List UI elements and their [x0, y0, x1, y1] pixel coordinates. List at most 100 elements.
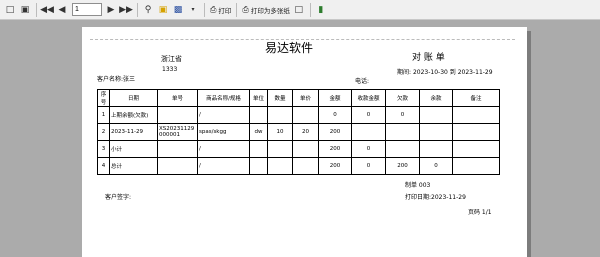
next-page-icon[interactable]: ▶ [104, 2, 118, 18]
table-cell [157, 157, 198, 175]
print-multi-page-label: 打印为多张纸 [250, 6, 290, 15]
stop-icon[interactable]: □ [292, 2, 306, 18]
table-cell: / [197, 140, 250, 158]
table-cell: 总计 [109, 157, 158, 175]
table-cell: 200 [385, 157, 420, 175]
table-cell [452, 123, 500, 141]
table-row: 3 小计 / 200 0 [97, 140, 500, 158]
table-cell: / [197, 157, 250, 175]
table-cell [157, 140, 198, 158]
col-header: 序号 [97, 89, 110, 107]
table-cell: XS20231129000001 [157, 123, 198, 141]
phone-label: 电话: [355, 78, 370, 85]
printer-icon: ⎙ [210, 4, 217, 14]
open-folder-icon[interactable]: ▣ [156, 2, 170, 18]
table-cell: 0 [318, 106, 352, 124]
toolbar-separator [36, 2, 37, 17]
table-row: 4 总计 / 200 0 200 0 [97, 157, 500, 175]
table-cell [452, 157, 500, 175]
table-cell [419, 123, 453, 141]
save-icon[interactable]: ▩ [171, 2, 185, 18]
table-cell: 2023-11-29 [109, 123, 158, 141]
search-icon[interactable]: ⚲ [141, 2, 155, 18]
toolbar-separator [204, 2, 205, 17]
table-cell [267, 106, 293, 124]
table-cell [452, 140, 500, 158]
page-setup-icon[interactable]: ▣ [18, 2, 32, 18]
period-to-label: 到 [449, 69, 456, 76]
table-cell [452, 106, 500, 124]
printer-icon: ⎙ [242, 4, 249, 14]
table-cell [292, 106, 319, 124]
col-header: 日期 [109, 89, 158, 107]
col-header: 单号 [157, 89, 198, 107]
table-cell [419, 106, 453, 124]
table-cell [385, 140, 420, 158]
toolbar-separator [137, 2, 138, 17]
table-cell: 3 [97, 140, 110, 158]
customer-name: 张三 [123, 76, 136, 83]
print-multi-page-button[interactable]: ⎙ 打印为多张纸 [240, 2, 291, 18]
toolbar-separator [309, 2, 311, 17]
table-cell [267, 157, 293, 175]
table-cell [249, 157, 268, 175]
table-cell: 上期余额(欠款) [109, 106, 158, 124]
table-cell: 20 [292, 123, 319, 141]
dropdown-chevron-icon[interactable]: ▾ [186, 2, 200, 18]
first-page-icon[interactable]: ◀◀ [40, 2, 54, 18]
table-cell: 1 [97, 106, 110, 124]
period-row: 期间: 2023-10-30 到 2023-11-29 [397, 67, 493, 76]
company-title: 易达软件 [265, 41, 314, 55]
exit-icon[interactable]: ▮ [314, 2, 328, 18]
table-cell [419, 140, 453, 158]
col-header: 收款金额 [351, 89, 386, 107]
table-cell [292, 140, 319, 158]
table-cell [249, 106, 268, 124]
maker-label: 制单 003 [405, 182, 431, 189]
table-cell [385, 123, 420, 141]
col-header: 商品名称/规格 [197, 89, 250, 107]
customer-row: 客户名称:张三 [97, 74, 135, 83]
print-date-label: 打印日期:2023-11-29 [405, 194, 466, 201]
print-preview-toolbar: □ ▣ ◀◀ ◀ ▶ ▶▶ ⚲ ▣ ▩ ▾ ⎙ 打印 ⎙ 打印为多张纸 □ ▮ [0, 0, 600, 20]
customer-label: 客户名称: [97, 76, 124, 83]
col-header: 单位 [249, 89, 268, 107]
table-cell [249, 140, 268, 158]
code-label: 1333 [162, 66, 178, 73]
page-number-label: 页码 1/1 [468, 209, 492, 216]
table-cell: 200 [318, 140, 352, 158]
table-cell: 0 [351, 140, 386, 158]
statement-table: 序号 日期 单号 商品名称/规格 单位 数量 单价 金额 收款金额 欠款 余款 … [97, 89, 500, 175]
table-cell: 0 [351, 157, 386, 175]
last-page-icon[interactable]: ▶▶ [119, 2, 133, 18]
col-header: 数量 [267, 89, 293, 107]
period-label: 期间: [397, 69, 412, 76]
print-button[interactable]: ⎙ 打印 [208, 2, 233, 18]
table-cell [267, 140, 293, 158]
period-to: 2023-11-29 [457, 69, 493, 76]
table-row: 2 2023-11-29 XS20231129000001 spas/skgg … [97, 123, 500, 141]
table-cell: 小计 [109, 140, 158, 158]
province-label: 浙江省 [161, 55, 182, 63]
table-cell [292, 157, 319, 175]
document-icon[interactable]: □ [3, 2, 17, 18]
table-header-row: 序号 日期 单号 商品名称/规格 单位 数量 单价 金额 收款金额 欠款 余款 … [97, 89, 500, 107]
period-from: 2023-10-30 [412, 69, 448, 76]
prev-page-icon[interactable]: ◀ [55, 2, 69, 18]
page-number-input[interactable] [72, 3, 102, 16]
col-header: 单价 [292, 89, 319, 107]
table-cell: 10 [267, 123, 293, 141]
col-header: 欠款 [385, 89, 420, 107]
table-cell: 0 [419, 157, 453, 175]
col-header: 余款 [419, 89, 453, 107]
table-cell: 0 [385, 106, 420, 124]
table-cell: 4 [97, 157, 110, 175]
print-button-label: 打印 [218, 6, 232, 15]
table-cell [157, 106, 198, 124]
table-cell: spas/skgg [197, 123, 250, 141]
customer-signature-label: 客户签字: [105, 194, 132, 201]
table-cell: dw [249, 123, 268, 141]
table-cell: 200 [318, 157, 352, 175]
report-page: 易达软件 对 账 单 浙江省 1333 客户名称:张三 电话: 期间: 2023… [82, 27, 527, 257]
table-cell: 200 [318, 123, 352, 141]
